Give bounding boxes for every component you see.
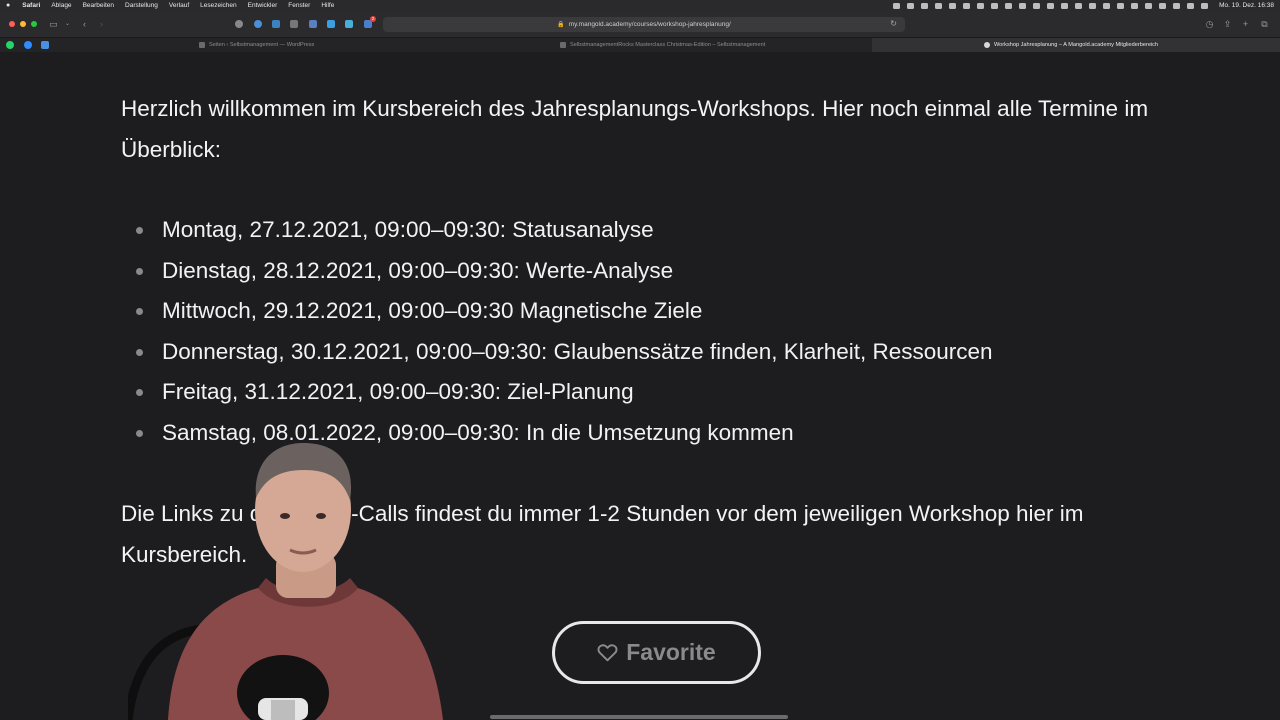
menu-ablage[interactable]: Ablage	[51, 2, 71, 9]
back-arrow-icon[interactable]: ‹	[79, 19, 90, 29]
notes-extension-icon[interactable]	[309, 20, 317, 28]
mangold-favicon-icon	[984, 42, 990, 48]
forward-arrow-icon[interactable]: ›	[96, 19, 107, 29]
menu-bar-status-area: Mo. 19. Dez. 16:38	[893, 0, 1274, 11]
status-icon[interactable]	[1005, 2, 1013, 9]
extension-badge: 2	[370, 16, 376, 22]
pinned-tab-icon[interactable]	[24, 41, 32, 49]
lock-icon: 🔒	[557, 22, 565, 28]
menu-bearbeiten[interactable]: Bearbeiten	[83, 2, 114, 9]
status-icon[interactable]	[991, 2, 999, 9]
tab-masterclass[interactable]: SelbstmanagementRocks Masterclass Christ…	[560, 38, 860, 52]
list-item: Mittwoch, 29.12.2021, 09:00–09:30 Magnet…	[121, 291, 993, 332]
menu-entwickler[interactable]: Entwickler	[248, 2, 278, 9]
status-icon[interactable]	[893, 2, 901, 9]
search-icon[interactable]	[1187, 2, 1195, 9]
list-item: Donnerstag, 30.12.2021, 09:00–09:30: Gla…	[121, 332, 993, 373]
reload-icon[interactable]: ↻	[890, 19, 897, 28]
whatsapp-pinned-tab-icon[interactable]	[6, 41, 14, 49]
heart-outline-icon	[597, 644, 618, 662]
list-item: Freitag, 31.12.2021, 09:00–09:30: Ziel-P…	[121, 372, 993, 413]
bookmark-extension-icon[interactable]	[272, 20, 280, 28]
menu-bar-clock[interactable]: Mo. 19. Dez. 16:38	[1219, 2, 1274, 9]
status-icon[interactable]	[963, 2, 971, 9]
reader-extension-icon[interactable]	[290, 20, 298, 28]
favorite-button[interactable]: Favorite	[552, 621, 761, 684]
page-favicon-icon	[560, 42, 566, 48]
url-text: my.mangold.academy/courses/workshop-jahr…	[568, 21, 731, 28]
status-icon[interactable]	[907, 2, 915, 9]
intro-paragraph: Herzlich willkommen im Kursbereich des J…	[121, 96, 1149, 162]
wordpress-favicon-icon	[199, 42, 205, 48]
status-icon[interactable]	[1047, 2, 1055, 9]
status-icon[interactable]	[1033, 2, 1041, 9]
status-icon[interactable]	[1075, 2, 1083, 9]
new-tab-icon[interactable]: +	[1240, 19, 1251, 29]
tab-bar: Seiten ‹ Selbstmanagement — WordPress Se…	[0, 38, 1280, 52]
status-icon[interactable]	[1103, 2, 1111, 9]
menu-lesezeichen[interactable]: Lesezeichen	[200, 2, 237, 9]
tab-label: Workshop Jahresplanung – A Mangold.acade…	[994, 42, 1159, 48]
status-icon[interactable]	[1159, 2, 1167, 9]
browser-toolbar: ▭ ⌄ ‹ › 2 🔒 my.mangold.academy/courses/w…	[0, 11, 1280, 38]
privacy-extension-icon[interactable]	[235, 20, 243, 28]
control-center-icon[interactable]	[1201, 2, 1209, 9]
status-icon[interactable]	[1019, 2, 1027, 9]
zoom-window-button[interactable]	[31, 21, 37, 27]
wifi-icon[interactable]	[1173, 2, 1181, 9]
grammar-extension-icon[interactable]	[345, 20, 353, 28]
chevron-down-icon[interactable]: ⌄	[62, 19, 73, 29]
address-bar[interactable]: 🔒 my.mangold.academy/courses/workshop-ja…	[383, 17, 905, 32]
tab-overview-icon[interactable]: ⧉	[1259, 19, 1270, 29]
check-extension-icon[interactable]	[254, 20, 262, 28]
tab-workshop-jahresplanung[interactable]: Workshop Jahresplanung – A Mangold.acade…	[872, 38, 1280, 52]
status-icon[interactable]	[949, 2, 957, 9]
tab-wordpress[interactable]: Seiten ‹ Selbstmanagement — WordPress	[199, 38, 459, 52]
status-icon[interactable]	[977, 2, 985, 9]
tab-label: Seiten ‹ Selbstmanagement — WordPress	[209, 42, 315, 48]
webcam-overlay	[128, 438, 458, 720]
menu-fenster[interactable]: Fenster	[288, 2, 310, 9]
list-item: Dienstag, 28.12.2021, 09:00–09:30: Werte…	[121, 251, 993, 292]
window-controls	[9, 21, 37, 27]
sidebar-toggle-icon[interactable]: ▭	[48, 19, 59, 29]
menu-safari[interactable]: Safari	[22, 2, 40, 9]
status-icon[interactable]	[935, 2, 943, 9]
downloads-icon[interactable]: ◷	[1204, 19, 1215, 29]
favorite-label: Favorite	[626, 639, 716, 665]
status-icon[interactable]	[1089, 2, 1097, 9]
status-icon[interactable]	[1145, 2, 1153, 9]
pinned-tab-icon[interactable]	[41, 41, 49, 49]
minimize-window-button[interactable]	[20, 21, 26, 27]
presenter-video-image	[128, 442, 443, 720]
status-icon[interactable]	[1131, 2, 1139, 9]
status-icon[interactable]	[921, 2, 929, 9]
menu-hilfe[interactable]: Hilfe	[321, 2, 334, 9]
close-window-button[interactable]	[9, 21, 15, 27]
workshop-schedule-list: Montag, 27.12.2021, 09:00–09:30: Statusa…	[121, 210, 993, 453]
list-item: Montag, 27.12.2021, 09:00–09:30: Statusa…	[121, 210, 993, 251]
menu-darstellung[interactable]: Darstellung	[125, 2, 158, 9]
horizontal-scrollbar[interactable]	[490, 715, 788, 719]
macos-menu-bar: ● Safari Ablage Bearbeiten Darstellung V…	[0, 0, 1280, 11]
status-icon[interactable]	[1117, 2, 1125, 9]
apple-menu-icon[interactable]: ●	[6, 2, 10, 9]
status-icon[interactable]	[1061, 2, 1069, 9]
share-icon[interactable]: ⇪	[1222, 19, 1233, 29]
share-extension-icon[interactable]	[327, 20, 335, 28]
menu-verlauf[interactable]: Verlauf	[169, 2, 189, 9]
tab-label: SelbstmanagementRocks Masterclass Christ…	[570, 42, 766, 48]
